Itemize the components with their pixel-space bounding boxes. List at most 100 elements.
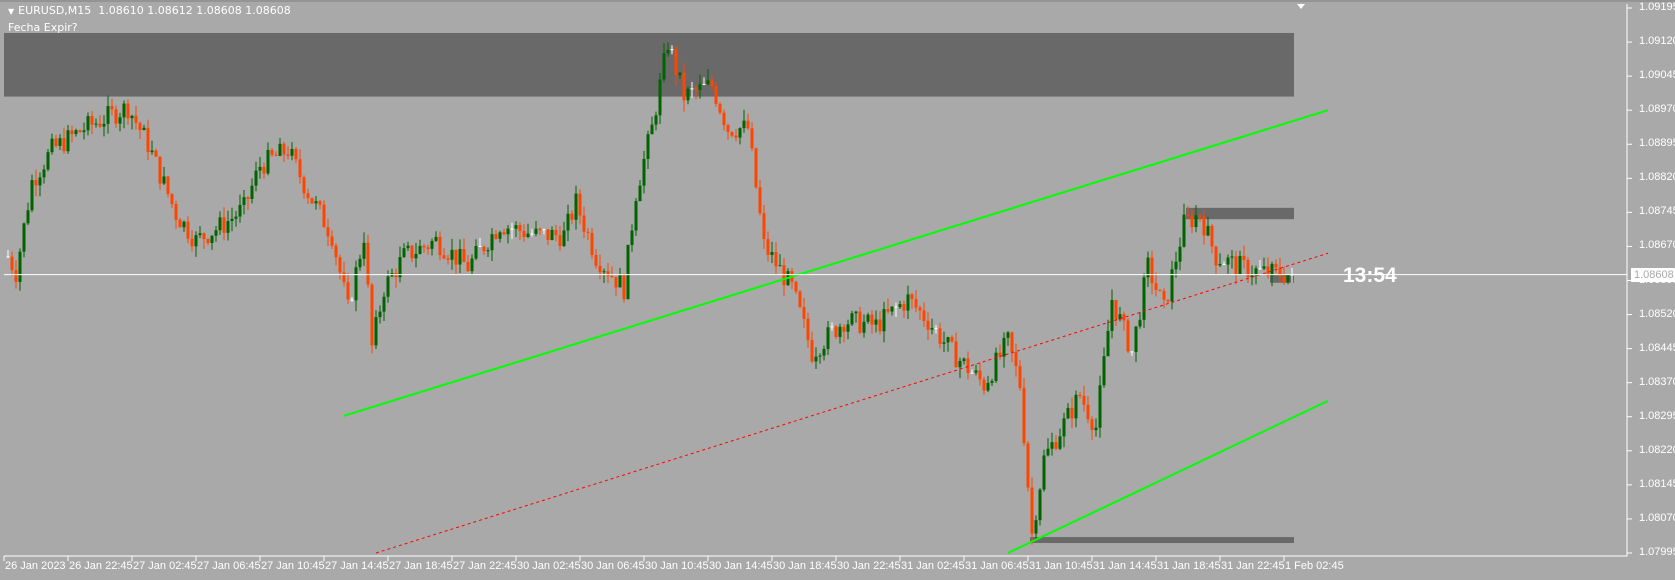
bull-candle bbox=[778, 265, 782, 267]
bull-candle bbox=[534, 228, 538, 234]
bear-candle bbox=[530, 233, 534, 235]
bull-candle bbox=[486, 250, 490, 252]
bull-candle bbox=[850, 313, 854, 325]
bull-candle bbox=[738, 128, 742, 138]
bear-candle bbox=[334, 245, 338, 258]
bear-candle bbox=[350, 299, 354, 301]
bear-candle bbox=[518, 225, 522, 232]
bear-candle bbox=[330, 236, 334, 246]
bear-candle bbox=[910, 294, 914, 300]
bear-candle bbox=[6, 256, 10, 258]
y-tick-label: 1.08895 bbox=[1639, 137, 1675, 150]
bear-candle bbox=[590, 232, 594, 255]
bull-candle bbox=[198, 233, 202, 236]
bull-candle bbox=[214, 230, 218, 236]
bear-candle bbox=[802, 307, 806, 319]
bear-candle bbox=[1186, 214, 1190, 217]
bear-candle bbox=[1090, 419, 1094, 431]
bear-candle bbox=[978, 370, 982, 380]
x-tick-label: 30 Jan 02:45 bbox=[517, 560, 581, 572]
bear-candle bbox=[462, 249, 466, 262]
bull-candle bbox=[210, 235, 214, 243]
bull-candle bbox=[662, 53, 666, 80]
bull-candle bbox=[42, 169, 46, 178]
bull-candle bbox=[130, 115, 134, 119]
bull-candle bbox=[814, 356, 818, 362]
supply-demand-zone bbox=[4, 32, 1294, 97]
bear-candle bbox=[1158, 289, 1162, 291]
bull-candle bbox=[846, 324, 850, 332]
bear-candle bbox=[1210, 225, 1214, 247]
bear-candle bbox=[1114, 300, 1118, 320]
bear-candle bbox=[726, 125, 730, 132]
chart-header: ▼ EURUSD,M15 1.08610 1.08612 1.08608 1.08… bbox=[8, 4, 291, 17]
bear-candle bbox=[1054, 442, 1058, 449]
bull-candle bbox=[414, 253, 418, 259]
bull-candle bbox=[1138, 319, 1142, 327]
bull-candle bbox=[194, 235, 198, 247]
bull-candle bbox=[930, 327, 934, 330]
bear-candle bbox=[682, 72, 686, 101]
y-tick-label: 1.09120 bbox=[1639, 35, 1675, 48]
bear-candle bbox=[294, 148, 298, 160]
bull-candle bbox=[866, 314, 870, 322]
bull-candle bbox=[626, 244, 630, 300]
bear-candle bbox=[714, 85, 718, 104]
bull-candle bbox=[906, 294, 910, 311]
bear-candle bbox=[766, 238, 770, 255]
bear-candle bbox=[114, 109, 118, 124]
bull-candle bbox=[526, 233, 530, 238]
bear-candle bbox=[570, 213, 574, 220]
bull-candle bbox=[290, 148, 294, 156]
bull-candle bbox=[1206, 225, 1210, 236]
bull-candle bbox=[474, 246, 478, 259]
bull-candle bbox=[874, 319, 878, 325]
bull-candle bbox=[182, 221, 186, 228]
bull-candle bbox=[770, 252, 774, 255]
bear-candle bbox=[794, 281, 798, 292]
candles bbox=[6, 42, 1294, 545]
bear-candle bbox=[730, 131, 734, 136]
bear-candle bbox=[502, 232, 506, 235]
bear-candle bbox=[190, 238, 194, 247]
bull-candle bbox=[434, 236, 438, 241]
bull-candle bbox=[650, 124, 654, 135]
bull-candle bbox=[942, 342, 946, 344]
bear-candle bbox=[126, 103, 130, 119]
bull-candle bbox=[602, 271, 606, 273]
bear-candle bbox=[1234, 256, 1238, 275]
bull-candle bbox=[1042, 455, 1046, 490]
bear-candle bbox=[1282, 276, 1286, 283]
bear-candle bbox=[138, 122, 142, 131]
x-tick-label: 27 Jan 06:45 bbox=[197, 560, 261, 572]
bear-candle bbox=[734, 135, 738, 138]
bull-candle bbox=[142, 127, 146, 131]
bull-candle bbox=[1174, 261, 1178, 270]
bull-candle bbox=[946, 337, 950, 343]
bear-candle bbox=[982, 379, 986, 391]
bull-candle bbox=[58, 138, 62, 146]
bear-candle bbox=[1078, 394, 1082, 396]
bull-candle bbox=[278, 143, 282, 156]
collapse-triangle-icon[interactable]: ▼ bbox=[8, 7, 14, 16]
bear-candle bbox=[722, 112, 726, 126]
y-tick-label: 1.09195 bbox=[1639, 1, 1675, 13]
bull-candle bbox=[218, 217, 222, 231]
bear-candle bbox=[1130, 351, 1134, 353]
bear-candle bbox=[1014, 352, 1018, 367]
bull-candle bbox=[18, 251, 22, 282]
chart-shift-marker[interactable] bbox=[1297, 4, 1305, 9]
bear-candle bbox=[1030, 487, 1034, 534]
bear-candle bbox=[1154, 283, 1158, 290]
bull-candle bbox=[230, 218, 234, 222]
y-tick-label: 1.08220 bbox=[1639, 443, 1675, 456]
y-tick-label: 1.08295 bbox=[1639, 409, 1675, 422]
bear-candle bbox=[914, 299, 918, 308]
bear-candle bbox=[1162, 290, 1166, 300]
bear-candle bbox=[598, 265, 602, 273]
symbol-label: EURUSD,M15 bbox=[18, 4, 92, 17]
price-chart[interactable] bbox=[0, 0, 1675, 580]
bear-candle bbox=[202, 233, 206, 240]
bull-candle bbox=[882, 309, 886, 332]
bear-candle bbox=[246, 197, 250, 199]
